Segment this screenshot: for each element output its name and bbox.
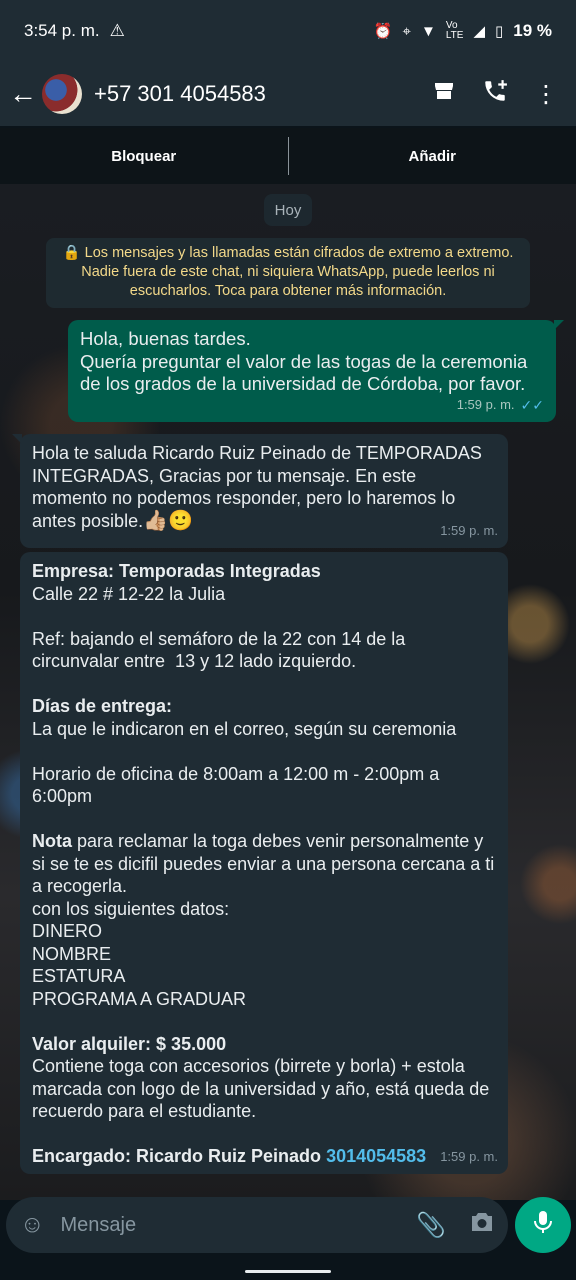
message-line: Quería preguntar el valor de las togas d… — [80, 350, 533, 394]
read-ticks-icon: ✓✓ — [520, 397, 544, 413]
message-time: 1:59 p. m. — [440, 522, 498, 538]
nota-label: Nota — [32, 831, 72, 851]
message-line: Hola, buenas tardes. — [80, 328, 251, 349]
datos-item: DINERO — [32, 921, 103, 941]
empresa-label: Empresa: Temporadas Integradas — [32, 561, 321, 581]
ref-text: Ref: bajando el semáforo de la 22 con 14… — [32, 628, 411, 672]
nota-text: para reclamar la toga debes venir person… — [32, 831, 500, 896]
contact-name[interactable]: +57 301 4054583 — [94, 81, 432, 107]
alarm-icon: ⏰ — [373, 23, 393, 40]
add-call-icon[interactable] — [482, 78, 508, 111]
attach-icon[interactable]: 📎 — [416, 1211, 446, 1240]
add-contact-button[interactable]: Añadir — [289, 148, 576, 165]
chat-header: ← +57 301 4054583 ⋮ — [0, 62, 576, 126]
composer-actions: 📎 — [416, 1211, 494, 1240]
more-vert-icon[interactable]: ⋮ — [534, 80, 558, 109]
dias-text: La que le indicaron en el correo, según … — [32, 718, 457, 739]
datos-item: ESTATURA — [32, 966, 126, 986]
home-indicator[interactable] — [245, 1270, 331, 1273]
phone-link[interactable]: 3014054583 — [326, 1146, 426, 1166]
datos-intro: con los siguientes datos: — [32, 898, 230, 919]
unknown-contact-bar: Bloquear Añadir — [0, 128, 576, 184]
status-bar: 3:54 p. m. ⚠ ⏰ ⌖ ▼ Vo LTE ◢ ▯ 19 % — [0, 0, 576, 62]
warning-triangle-icon: ⚠ — [109, 21, 125, 40]
block-button[interactable]: Bloquear — [0, 148, 288, 165]
date-chip: Hoy — [264, 194, 312, 226]
camera-icon[interactable] — [470, 1211, 494, 1240]
datos-item: PROGRAMA A GRADUAR — [32, 988, 247, 1009]
incoming-message[interactable]: Hola te saluda Ricardo Ruiz Peinado de T… — [12, 434, 508, 548]
message-time: 1:59 p. m. — [456, 397, 515, 412]
battery-icon: ▯ — [494, 23, 504, 40]
avatar[interactable] — [42, 74, 82, 114]
message-input[interactable] — [58, 1212, 417, 1238]
mic-button[interactable] — [515, 1197, 571, 1253]
status-right: ⏰ ⌖ ▼ Vo LTE ◢ ▯ 19 % — [374, 21, 552, 41]
message-text: Hola te saluda Ricardo Ruiz Peinado de T… — [32, 443, 482, 531]
wifi-icon: ▼ — [420, 22, 436, 40]
mic-icon — [532, 1209, 554, 1242]
valor-label: Valor alquiler: $ 35.000 — [32, 1033, 227, 1054]
valor-text: Contiene toga con accesorios (birrete y … — [32, 1056, 495, 1121]
message-time: 1:59 p. m. — [440, 1148, 498, 1164]
battery-percent: 19 % — [513, 21, 552, 40]
message-meta: 1:59 p. m. ✓✓ — [457, 394, 544, 416]
encargado-line: Encargado: Ricardo Ruiz Peinado 30140545… — [32, 1145, 496, 1168]
dias-label: Días de entrega: — [32, 696, 173, 716]
outgoing-message[interactable]: Hola, buenas tardes. Quería preguntar el… — [68, 320, 564, 422]
status-time: 3:54 p. m. — [24, 21, 100, 40]
encargado-label: Encargado: Ricardo Ruiz Peinado — [32, 1146, 322, 1166]
status-left: 3:54 p. m. ⚠ — [24, 21, 125, 41]
volte-icon: Vo LTE — [445, 20, 464, 41]
emoji-icon[interactable]: ☺ — [20, 1211, 45, 1239]
datos-item: NOMBRE — [32, 943, 112, 964]
header-actions: ⋮ — [432, 78, 558, 111]
store-icon[interactable] — [432, 79, 456, 110]
address-text: Calle 22 # 12-22 la Julia — [32, 583, 226, 604]
horario-text: Horario de oficina de 8:00am a 12:00 m -… — [32, 763, 445, 807]
encryption-notice[interactable]: 🔒 Los mensajes y las llamadas están cifr… — [46, 238, 530, 308]
nota-paragraph: Nota para reclamar la toga debes venir p… — [32, 830, 496, 898]
emoji: 👍🏼🙂 — [143, 509, 193, 532]
incoming-message[interactable]: Empresa: Temporadas Integradas Calle 22 … — [20, 552, 508, 1174]
signal-icon: ◢ — [473, 23, 485, 40]
system-nav-bar — [0, 1256, 576, 1280]
location-icon: ⌖ — [402, 22, 411, 40]
back-arrow-icon[interactable]: ← — [8, 78, 38, 110]
message-composer: ☺ 📎 — [6, 1197, 508, 1253]
